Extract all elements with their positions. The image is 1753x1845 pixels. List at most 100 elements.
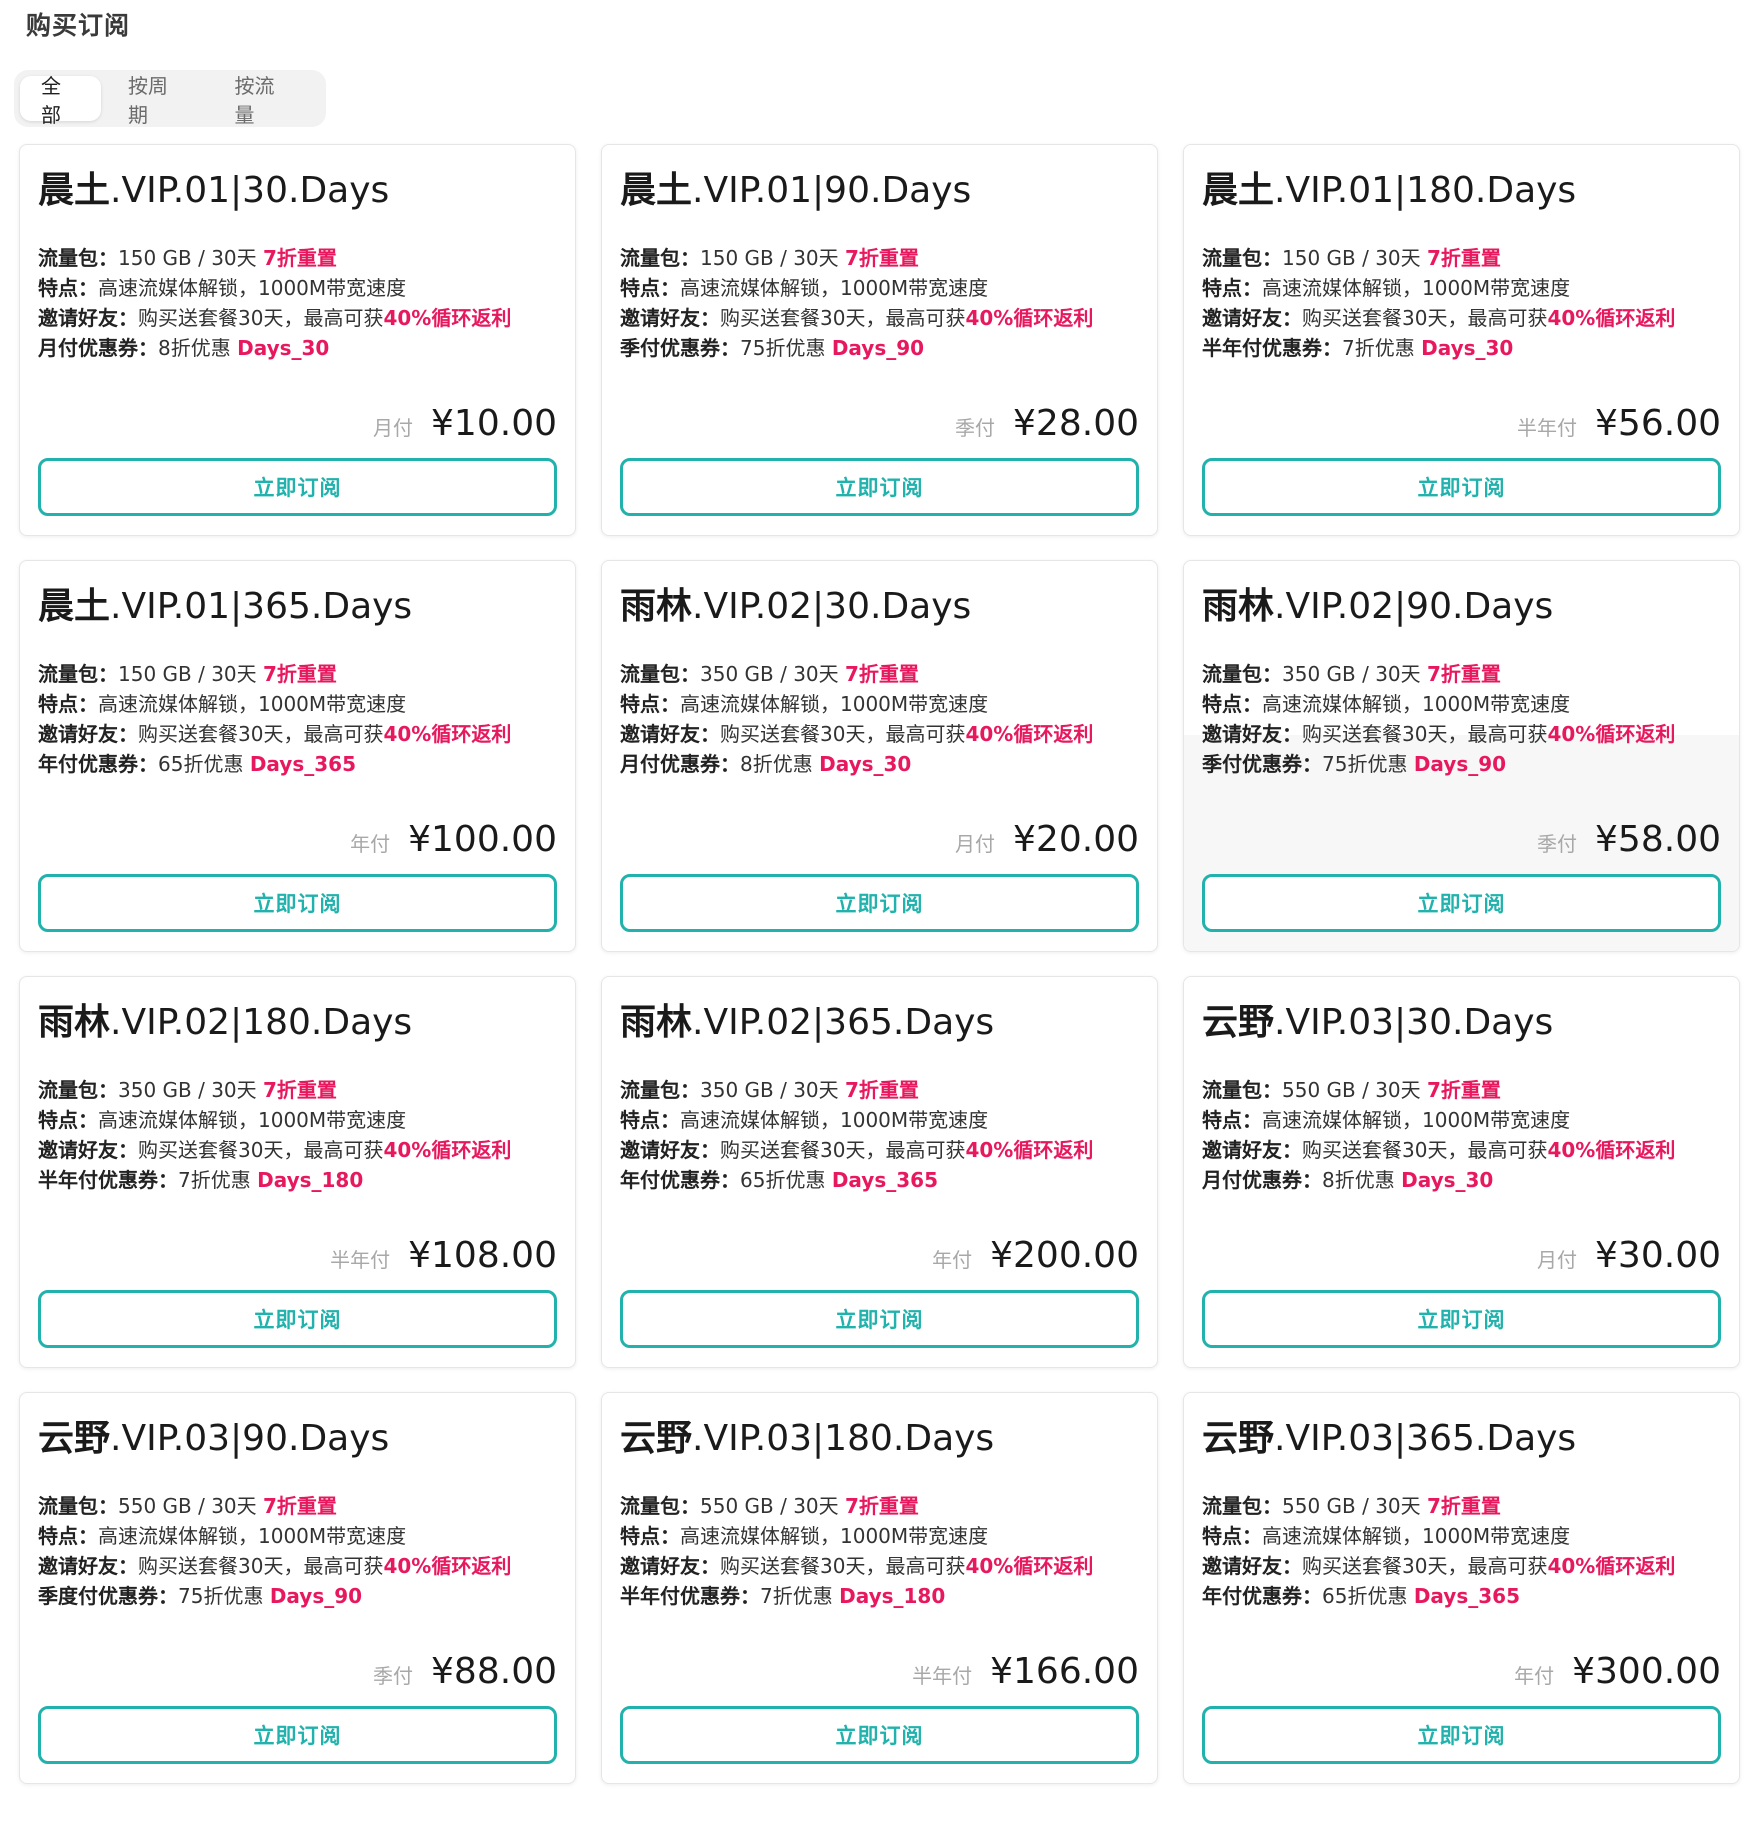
invite-key: 邀请好友：	[620, 1554, 720, 1578]
subscribe-button[interactable]: 立即订阅	[1202, 458, 1721, 516]
plan-price: ¥10.00	[431, 403, 557, 444]
coupon-code: Days_180	[839, 1584, 946, 1608]
traffic-line: 流量包：550 GB / 30天 7折重置	[1202, 1075, 1721, 1105]
subscribe-button[interactable]: 立即订阅	[38, 1706, 557, 1764]
coupon-line: 年付优惠券：65折优惠 Days_365	[1202, 1581, 1721, 1611]
traffic-key: 流量包：	[38, 1078, 118, 1102]
invite-key: 邀请好友：	[620, 306, 720, 330]
features-key: 特点：	[38, 692, 98, 716]
subscribe-button[interactable]: 立即订阅	[38, 1290, 557, 1348]
traffic-line: 流量包：350 GB / 30天 7折重置	[1202, 659, 1721, 689]
plan-title-brand: 雨林	[38, 1002, 111, 1043]
invite-key: 邀请好友：	[1202, 1138, 1302, 1162]
traffic-highlight: 7折重置	[263, 662, 337, 686]
invite-value: 购买送套餐30天，最高可获	[138, 306, 384, 330]
coupon-code: Days_90	[269, 1584, 363, 1608]
subscribe-button[interactable]: 立即订阅	[1202, 874, 1721, 932]
coupon-key: 年付优惠券：	[38, 752, 158, 776]
subscribe-button[interactable]: 立即订阅	[620, 458, 1139, 516]
plan-title: 云野.VIP.03|90.Days	[38, 1413, 557, 1465]
plan-features: 流量包：550 GB / 30天 7折重置 特点：高速流媒体解锁，1000M带宽…	[620, 1491, 1139, 1611]
invite-key: 邀请好友：	[1202, 306, 1302, 330]
features-line: 特点：高速流媒体解锁，1000M带宽速度	[1202, 273, 1721, 303]
features-line: 特点：高速流媒体解锁，1000M带宽速度	[1202, 689, 1721, 719]
features-line: 特点：高速流媒体解锁，1000M带宽速度	[620, 1521, 1139, 1551]
traffic-key: 流量包：	[38, 662, 118, 686]
invite-value: 购买送套餐30天，最高可获	[138, 722, 384, 746]
subscribe-button[interactable]: 立即订阅	[1202, 1290, 1721, 1348]
plan-features: 流量包：350 GB / 30天 7折重置 特点：高速流媒体解锁，1000M带宽…	[620, 659, 1139, 779]
plan-title-suffix: .VIP.02|90.Days	[1274, 586, 1554, 627]
billing-period: 半年付	[1517, 416, 1578, 440]
coupon-value: 8折优惠	[740, 752, 820, 776]
invite-line: 邀请好友：购买送套餐30天，最高可获40%循环返利	[1202, 719, 1721, 749]
invite-value: 购买送套餐30天，最高可获	[720, 1138, 966, 1162]
traffic-highlight: 7折重置	[1427, 1078, 1501, 1102]
features-value: 高速流媒体解锁，1000M带宽速度	[680, 276, 989, 300]
price-row: 年付 ¥200.00	[932, 1235, 1139, 1276]
plan-features: 流量包：550 GB / 30天 7折重置 特点：高速流媒体解锁，1000M带宽…	[1202, 1491, 1721, 1611]
coupon-value: 65折优惠	[740, 1168, 832, 1192]
invite-value: 购买送套餐30天，最高可获	[720, 722, 966, 746]
subscribe-button[interactable]: 立即订阅	[620, 1706, 1139, 1764]
plan-price: ¥28.00	[1013, 403, 1139, 444]
billing-period: 半年付	[330, 1248, 391, 1272]
coupon-line: 年付优惠券：65折优惠 Days_365	[620, 1165, 1139, 1195]
plan-title: 雨林.VIP.02|90.Days	[1202, 581, 1721, 633]
plan-title-suffix: .VIP.01|365.Days	[110, 586, 413, 627]
plan-features: 流量包：150 GB / 30天 7折重置 特点：高速流媒体解锁，1000M带宽…	[38, 243, 557, 363]
features-value: 高速流媒体解锁，1000M带宽速度	[1262, 276, 1571, 300]
features-key: 特点：	[38, 1524, 98, 1548]
plan-title-suffix: .VIP.02|365.Days	[692, 1002, 995, 1043]
subscribe-button[interactable]: 立即订阅	[38, 458, 557, 516]
features-line: 特点：高速流媒体解锁，1000M带宽速度	[620, 1105, 1139, 1135]
traffic-highlight: 7折重置	[845, 246, 919, 270]
coupon-value: 75折优惠	[178, 1584, 270, 1608]
plan-title: 晨土.VIP.01|90.Days	[620, 165, 1139, 217]
plan-title-brand: 晨土	[38, 170, 111, 211]
plan-title-suffix: .VIP.02|180.Days	[110, 1002, 413, 1043]
subscribe-button[interactable]: 立即订阅	[620, 874, 1139, 932]
plan-card-5: 雨林.VIP.02|30.Days 流量包：350 GB / 30天 7折重置 …	[601, 560, 1158, 952]
plan-title-suffix: .VIP.03|30.Days	[1274, 1002, 1554, 1043]
tab-by-traffic[interactable]: 按流量	[214, 74, 315, 127]
traffic-line: 流量包：150 GB / 30天 7折重置	[620, 243, 1139, 273]
traffic-key: 流量包：	[1202, 1078, 1282, 1102]
invite-key: 邀请好友：	[1202, 1554, 1302, 1578]
plan-title: 晨土.VIP.01|365.Days	[38, 581, 557, 633]
invite-line: 邀请好友：购买送套餐30天，最高可获40%循环返利	[38, 1135, 557, 1165]
plan-card-11: 云野.VIP.03|180.Days 流量包：550 GB / 30天 7折重置…	[601, 1392, 1158, 1784]
features-line: 特点：高速流媒体解锁，1000M带宽速度	[1202, 1521, 1721, 1551]
traffic-line: 流量包：350 GB / 30天 7折重置	[620, 659, 1139, 689]
coupon-line: 年付优惠券：65折优惠 Days_365	[38, 749, 557, 779]
traffic-value: 150 GB / 30天	[118, 246, 264, 270]
subscribe-button[interactable]: 立即订阅	[1202, 1706, 1721, 1764]
invite-value: 购买送套餐30天，最高可获	[1302, 722, 1548, 746]
coupon-value: 65折优惠	[158, 752, 250, 776]
invite-highlight: 40%循环返利	[1547, 722, 1676, 746]
coupon-line: 季付优惠券：75折优惠 Days_90	[620, 333, 1139, 363]
features-key: 特点：	[38, 276, 98, 300]
billing-period: 季付	[955, 416, 996, 440]
plan-title-suffix: .VIP.03|180.Days	[692, 1418, 995, 1459]
billing-period: 月付	[1537, 1248, 1578, 1272]
features-line: 特点：高速流媒体解锁，1000M带宽速度	[620, 689, 1139, 719]
plan-features: 流量包：150 GB / 30天 7折重置 特点：高速流媒体解锁，1000M带宽…	[620, 243, 1139, 363]
features-key: 特点：	[620, 692, 680, 716]
coupon-line: 月付优惠券：8折优惠 Days_30	[38, 333, 557, 363]
invite-line: 邀请好友：购买送套餐30天，最高可获40%循环返利	[620, 1551, 1139, 1581]
features-line: 特点：高速流媒体解锁，1000M带宽速度	[1202, 1105, 1721, 1135]
subscribe-button[interactable]: 立即订阅	[38, 874, 557, 932]
coupon-code: Days_90	[831, 336, 925, 360]
invite-highlight: 40%循环返利	[1547, 1138, 1676, 1162]
plan-title-brand: 雨林	[620, 1002, 693, 1043]
traffic-value: 350 GB / 30天	[700, 1078, 846, 1102]
subscribe-button[interactable]: 立即订阅	[620, 1290, 1139, 1348]
coupon-key: 半年付优惠券：	[620, 1584, 760, 1608]
invite-line: 邀请好友：购买送套餐30天，最高可获40%循环返利	[1202, 303, 1721, 333]
features-value: 高速流媒体解锁，1000M带宽速度	[680, 692, 989, 716]
tab-all[interactable]: 全部	[20, 74, 101, 127]
coupon-key: 季付优惠券：	[1202, 752, 1322, 776]
tab-by-period[interactable]: 按周期	[107, 74, 208, 127]
plan-title-suffix: .VIP.02|30.Days	[692, 586, 972, 627]
